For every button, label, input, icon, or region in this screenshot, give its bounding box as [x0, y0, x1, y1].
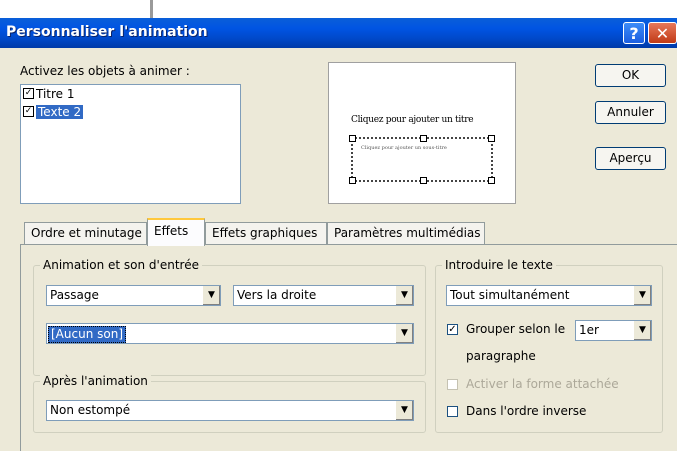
direction-dropdown[interactable]: Vers la droite ▼ [233, 285, 414, 306]
checkbox-texte-2[interactable]: ✓ [23, 106, 34, 117]
tab-chart-effects[interactable]: Effets graphiques [205, 222, 327, 244]
list-item-texte-2[interactable]: ✓ Texte 2 [23, 104, 239, 120]
selection-handle [488, 135, 495, 142]
chevron-down-icon[interactable]: ▼ [395, 324, 413, 343]
sound-value: [Aucun son] [48, 326, 126, 343]
list-item-titre-1[interactable]: ✓ Titre 1 [23, 86, 239, 102]
attach-shape-label: Activer la forme attachée [466, 377, 619, 391]
chevron-down-icon[interactable]: ▼ [395, 286, 413, 305]
background-divider [150, 0, 153, 18]
direction-value: Vers la droite [237, 288, 317, 302]
checkbox-titre-1[interactable]: ✓ [23, 88, 34, 99]
effects-panel: Animation et son d'entrée Passage ▼ Vers… [20, 244, 677, 451]
group-label: Après l'animation [40, 374, 151, 388]
objects-label: Activez les objets à animer : [20, 64, 190, 78]
objects-listbox[interactable]: ✓ Titre 1 ✓ Texte 2 [20, 84, 241, 204]
list-item-label: Titre 1 [36, 87, 75, 101]
introduce-text-group: Introduire le texte Tout simultanément ▼… [435, 258, 663, 433]
cancel-button[interactable]: Annuler [595, 101, 666, 124]
tab-multimedia-settings[interactable]: Paramètres multimédias [327, 222, 485, 244]
list-item-label: Texte 2 [36, 105, 84, 119]
selection-handle [420, 177, 427, 184]
group-label: Animation et son d'entrée [40, 258, 202, 272]
group-by-label: Grouper selon le [466, 322, 566, 336]
selection-handle [349, 177, 356, 184]
close-button[interactable]: ✕ [648, 22, 677, 44]
background-strip [0, 0, 677, 18]
text-mode-dropdown[interactable]: Tout simultanément ▼ [446, 285, 652, 306]
tab-order-timing[interactable]: Ordre et minutage [24, 222, 147, 244]
preview-subtitle-placeholder: Cliquez pour ajouter un sous-titre [361, 145, 447, 151]
group-by-suffix: paragraphe [466, 349, 536, 363]
selection-handle [420, 135, 427, 142]
slide-preview: Cliquez pour ajouter un titre Cliquez po… [328, 62, 516, 204]
preview-title-placeholder: Cliquez pour ajouter un titre [351, 115, 474, 125]
tab-effects[interactable]: Effets [147, 218, 205, 246]
chevron-down-icon[interactable]: ▼ [633, 321, 651, 340]
selection-handle [349, 135, 356, 142]
group-level-dropdown[interactable]: 1er ▼ [575, 320, 652, 341]
effect-dropdown[interactable]: Passage ▼ [46, 285, 221, 306]
ok-button[interactable]: OK [595, 64, 666, 87]
effect-value: Passage [50, 288, 99, 302]
group-by-checkbox[interactable]: ✓ [447, 324, 458, 335]
help-button[interactable]: ? [623, 22, 645, 44]
chevron-down-icon[interactable]: ▼ [633, 286, 651, 305]
window-title: Personnaliser l'animation [6, 24, 208, 40]
preview-subtitle-box: Cliquez pour ajouter un sous-titre [349, 135, 495, 184]
preview-button[interactable]: Aperçu [595, 147, 666, 170]
group-label: Introduire le texte [442, 258, 556, 272]
selection-handle [488, 177, 495, 184]
sound-dropdown[interactable]: [Aucun son] ▼ [46, 323, 414, 344]
group-level-value: 1er [579, 323, 599, 337]
chevron-down-icon[interactable]: ▼ [395, 401, 413, 420]
chevron-down-icon[interactable]: ▼ [202, 286, 220, 305]
title-bar[interactable]: Personnaliser l'animation ? ✕ [0, 18, 677, 48]
after-animation-group: Après l'animation Non estompé ▼ [33, 374, 426, 433]
attach-shape-checkbox [447, 379, 458, 390]
entry-animation-group: Animation et son d'entrée Passage ▼ Vers… [33, 258, 426, 376]
custom-animation-dialog: Personnaliser l'animation ? ✕ Activez le… [0, 0, 677, 451]
reverse-order-label: Dans l'ordre inverse [466, 404, 587, 418]
reverse-order-checkbox[interactable] [447, 406, 458, 417]
after-animation-dropdown[interactable]: Non estompé ▼ [46, 400, 414, 421]
after-animation-value: Non estompé [50, 403, 131, 417]
text-mode-value: Tout simultanément [450, 288, 570, 302]
